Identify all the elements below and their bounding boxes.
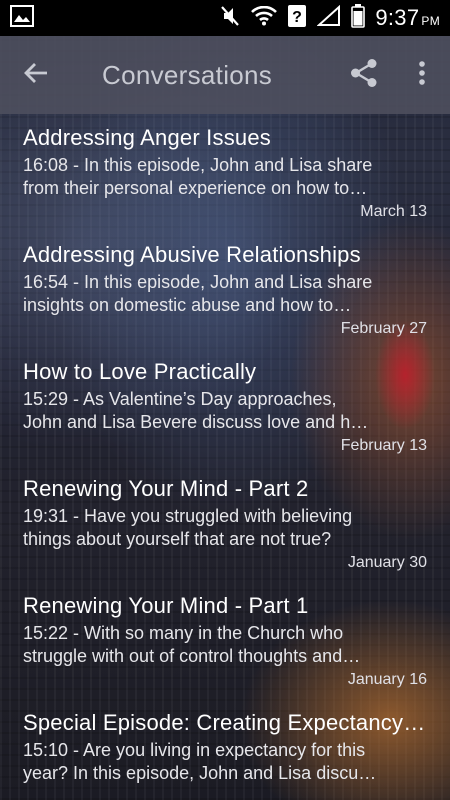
more-options-button[interactable] — [394, 36, 450, 114]
episode-date: January 30 — [347, 554, 427, 571]
wifi-icon — [251, 5, 278, 31]
episode-title: How to Love Practically — [23, 359, 257, 384]
status-bar: ? 9:37 PM — [0, 0, 450, 36]
status-clock: 9:37 PM — [375, 5, 440, 31]
episode-date: January 16 — [347, 671, 427, 688]
signal-question-icon: ? — [287, 4, 307, 33]
list-item[interactable]: Renewing Your Mind - Part 2 19:31 - Have… — [0, 465, 450, 582]
episode-date: February 13 — [340, 437, 427, 454]
episode-date: February 27 — [340, 320, 427, 337]
back-button[interactable] — [0, 36, 72, 114]
svg-text:?: ? — [292, 9, 302, 26]
episode-title: Renewing Your Mind - Part 2 — [23, 476, 309, 501]
episode-title: Addressing Anger Issues — [23, 125, 271, 150]
episode-description: 15:22 - With so many in the Church who s… — [23, 623, 344, 666]
episode-description: 16:08 - In this episode, John and Lisa s… — [23, 155, 373, 198]
episode-title: Addressing Abusive Relationships — [23, 242, 361, 267]
list-item[interactable]: Addressing Abusive Relationships 16:54 -… — [0, 231, 450, 348]
signal-empty-icon — [316, 4, 341, 32]
image-icon — [10, 4, 34, 32]
status-ampm: PM — [421, 14, 440, 28]
arrow-back-icon — [23, 60, 49, 91]
list-item[interactable]: Addressing Anger Issues 16:08 - In this … — [0, 114, 450, 231]
mute-icon — [219, 5, 241, 32]
list-item[interactable]: Special Episode: Creating Expectancy for… — [0, 699, 450, 800]
episode-description: 15:29 - As Valentine’s Day approaches, J… — [23, 389, 374, 432]
more-vert-icon — [418, 60, 426, 91]
episode-description: 16:54 - In this episode, John and Lisa s… — [23, 272, 373, 315]
list-item[interactable]: How to Love Practically 15:29 - As Valen… — [0, 348, 450, 465]
battery-icon — [351, 3, 366, 33]
share-icon — [350, 58, 378, 93]
page-title: Conversations — [102, 59, 273, 90]
share-button[interactable] — [334, 36, 394, 114]
episode-description: 15:10 - Are you living in expectancy for… — [23, 740, 377, 783]
episode-list: Addressing Anger Issues 16:08 - In this … — [0, 114, 450, 800]
episode-description: 19:31 - Have you struggled with believin… — [23, 506, 353, 549]
status-time: 9:37 — [375, 5, 420, 30]
episode-date: March 13 — [360, 203, 427, 220]
episode-title: Renewing Your Mind - Part 1 — [23, 593, 309, 618]
app-bar: Conversations — [0, 36, 450, 114]
episode-title: Special Episode: Creating Expectancy for… — [23, 710, 427, 735]
list-item[interactable]: Renewing Your Mind - Part 1 15:22 - With… — [0, 582, 450, 699]
